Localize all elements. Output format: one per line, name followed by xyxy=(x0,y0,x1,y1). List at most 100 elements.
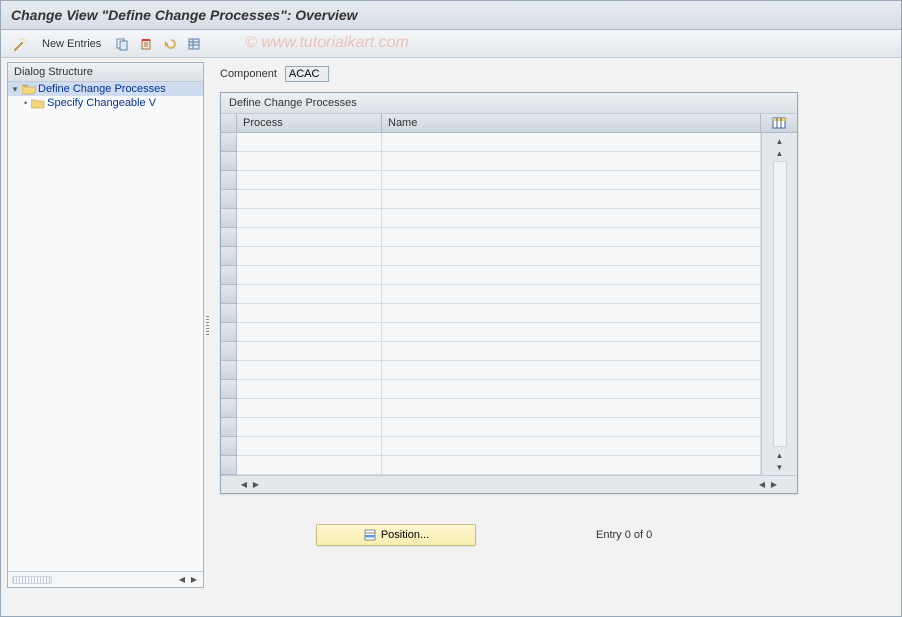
table-row[interactable] xyxy=(237,228,761,247)
table-row[interactable] xyxy=(237,190,761,209)
grid-cell[interactable] xyxy=(237,437,382,456)
scroll-left-button[interactable]: ◀ xyxy=(177,575,187,585)
other-view-button[interactable] xyxy=(9,34,31,54)
grid-cell[interactable] xyxy=(382,342,761,361)
scroll-right-button[interactable]: ▶ xyxy=(251,480,261,490)
grid-cell[interactable] xyxy=(237,418,382,437)
grid-cell[interactable] xyxy=(382,228,761,247)
row-selector[interactable] xyxy=(221,342,237,361)
grid-cell[interactable] xyxy=(237,171,382,190)
table-row[interactable] xyxy=(237,399,761,418)
scroll-up-button-alt[interactable]: ▲ xyxy=(774,147,786,159)
table-row[interactable] xyxy=(237,418,761,437)
select-all-button[interactable] xyxy=(184,34,204,54)
grid-cell[interactable] xyxy=(237,304,382,323)
scroll-up-button[interactable]: ▲ xyxy=(774,135,786,147)
row-selector[interactable] xyxy=(221,133,237,152)
table-row[interactable] xyxy=(237,361,761,380)
table-row[interactable] xyxy=(237,304,761,323)
resize-grip-icon[interactable] xyxy=(12,576,52,584)
grid-cell[interactable] xyxy=(382,133,761,152)
grid-cell[interactable] xyxy=(382,190,761,209)
grid-cell[interactable] xyxy=(382,361,761,380)
scroll-right-end-button[interactable]: ▶ xyxy=(769,480,779,490)
grid-cell[interactable] xyxy=(237,190,382,209)
table-settings-button[interactable] xyxy=(761,114,797,133)
scroll-right-button[interactable]: ▶ xyxy=(189,575,199,585)
grid-side-panel: ▲ ▲ ▲ ▼ xyxy=(761,114,797,475)
grid-cell[interactable] xyxy=(382,323,761,342)
tree-node-specify-changeable[interactable]: • Specify Changeable V xyxy=(8,96,203,110)
component-input[interactable] xyxy=(285,66,329,82)
table-row[interactable] xyxy=(237,456,761,475)
grid-cell[interactable] xyxy=(382,209,761,228)
table-row[interactable] xyxy=(237,285,761,304)
row-selector[interactable] xyxy=(221,456,237,475)
tree-node-define-change-processes[interactable]: ▾ Define Change Processes xyxy=(8,82,203,96)
grid-cell[interactable] xyxy=(382,266,761,285)
grid-cell[interactable] xyxy=(237,152,382,171)
scroll-left-button[interactable]: ◀ xyxy=(239,480,249,490)
grid-cell[interactable] xyxy=(237,209,382,228)
row-selector[interactable] xyxy=(221,285,237,304)
grid-cell[interactable] xyxy=(382,152,761,171)
grid-cell[interactable] xyxy=(382,437,761,456)
new-entries-button[interactable]: New Entries xyxy=(35,34,108,54)
row-selector[interactable] xyxy=(221,209,237,228)
grid-cell[interactable] xyxy=(237,361,382,380)
table-row[interactable] xyxy=(237,323,761,342)
row-selector[interactable] xyxy=(221,399,237,418)
grid-cell[interactable] xyxy=(237,380,382,399)
table-row[interactable] xyxy=(237,437,761,456)
row-selector[interactable] xyxy=(221,152,237,171)
grid-cell[interactable] xyxy=(382,380,761,399)
grid-cell[interactable] xyxy=(382,247,761,266)
table-row[interactable] xyxy=(237,133,761,152)
select-all-corner[interactable] xyxy=(221,114,237,133)
grid-cell[interactable] xyxy=(237,228,382,247)
table-row[interactable] xyxy=(237,380,761,399)
grid-cell[interactable] xyxy=(237,456,382,475)
scroll-down-button-alt[interactable]: ▲ xyxy=(774,449,786,461)
row-selector[interactable] xyxy=(221,380,237,399)
grid-cell[interactable] xyxy=(382,285,761,304)
row-selector[interactable] xyxy=(221,190,237,209)
row-selector[interactable] xyxy=(221,266,237,285)
grid-cell[interactable] xyxy=(382,418,761,437)
copy-button[interactable] xyxy=(112,34,132,54)
grid-cell[interactable] xyxy=(382,171,761,190)
table-row[interactable] xyxy=(237,209,761,228)
grid-cell[interactable] xyxy=(237,133,382,152)
grid-cell[interactable] xyxy=(237,247,382,266)
scroll-left-end-button[interactable]: ◀ xyxy=(757,480,767,490)
delete-button[interactable] xyxy=(136,34,156,54)
grid-cell[interactable] xyxy=(237,266,382,285)
grid-cell[interactable] xyxy=(382,399,761,418)
grid-cell[interactable] xyxy=(237,285,382,304)
table-row[interactable] xyxy=(237,171,761,190)
scroll-track[interactable] xyxy=(773,161,787,447)
row-selector[interactable] xyxy=(221,361,237,380)
column-header-process[interactable]: Process xyxy=(237,114,382,133)
row-selector[interactable] xyxy=(221,228,237,247)
row-selector[interactable] xyxy=(221,323,237,342)
row-selector[interactable] xyxy=(221,171,237,190)
table-row[interactable] xyxy=(237,247,761,266)
table-row[interactable] xyxy=(237,266,761,285)
grid-cell[interactable] xyxy=(382,304,761,323)
row-selector[interactable] xyxy=(221,418,237,437)
collapse-icon[interactable]: ▾ xyxy=(10,84,20,95)
table-row[interactable] xyxy=(237,152,761,171)
position-button[interactable]: Position... xyxy=(316,524,476,546)
grid-cell[interactable] xyxy=(382,456,761,475)
scroll-down-button[interactable]: ▼ xyxy=(774,461,786,473)
grid-cell[interactable] xyxy=(237,323,382,342)
grid-cell[interactable] xyxy=(237,399,382,418)
column-header-name[interactable]: Name xyxy=(382,114,761,133)
grid-cell[interactable] xyxy=(237,342,382,361)
row-selector[interactable] xyxy=(221,304,237,323)
undo-button[interactable] xyxy=(160,34,180,54)
table-row[interactable] xyxy=(237,342,761,361)
row-selector[interactable] xyxy=(221,247,237,266)
row-selector[interactable] xyxy=(221,437,237,456)
